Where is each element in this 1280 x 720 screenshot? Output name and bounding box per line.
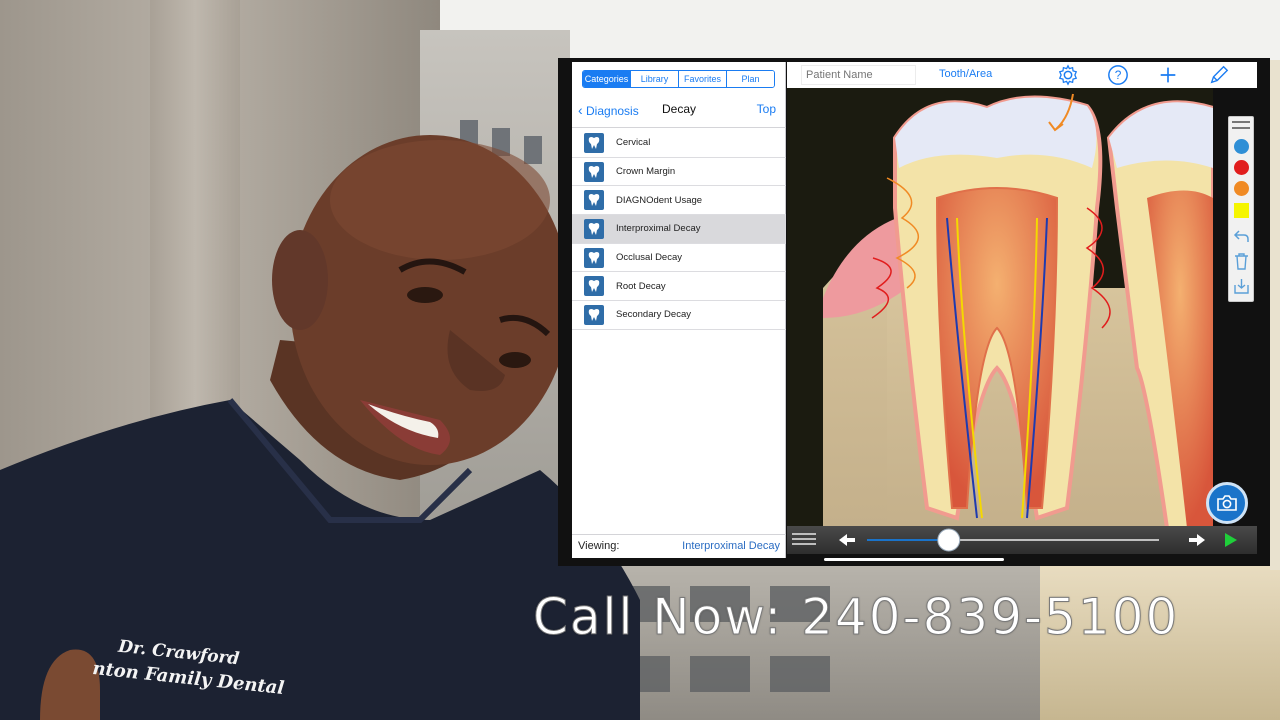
tooth-icon: [584, 218, 604, 239]
viewing-footer: Viewing: Interproximal Decay: [572, 534, 786, 558]
category-list: Cervical Crown Margin DIAGNOdent Usage I…: [572, 129, 786, 330]
home-indicator: [824, 558, 1004, 561]
top-button[interactable]: Top: [757, 102, 776, 116]
color-red-swatch[interactable]: [1234, 160, 1249, 175]
list-item-diagnodent-usage[interactable]: DIAGNOdent Usage: [572, 186, 786, 216]
building-window: [690, 656, 750, 692]
tooth-illustration-canvas[interactable]: [787, 88, 1213, 528]
gear-icon[interactable]: [1057, 64, 1079, 86]
tooth-icon: [584, 247, 604, 268]
camera-button[interactable]: [1206, 482, 1248, 524]
list-item-interproximal-decay[interactable]: Interproximal Decay: [572, 215, 786, 244]
color-yellow-swatch[interactable]: [1234, 203, 1249, 218]
list-item-label: Occlusal Decay: [616, 252, 682, 264]
trash-icon[interactable]: [1233, 252, 1250, 270]
tooth-icon: [584, 276, 604, 297]
list-item-label: Root Decay: [616, 280, 666, 292]
list-item-label: Crown Margin: [616, 166, 676, 178]
menu-icon[interactable]: [792, 533, 816, 545]
list-item-cervical[interactable]: Cervical: [572, 129, 786, 158]
call-now-caption: Call Now: 240-839-5100: [532, 588, 1180, 647]
tab-favorites[interactable]: Favorites: [679, 71, 727, 87]
tab-plan[interactable]: Plan: [727, 71, 774, 87]
list-item-secondary-decay[interactable]: Secondary Decay: [572, 301, 786, 330]
tooth-area-button[interactable]: Tooth/Area: [939, 68, 992, 80]
top-toolbar: Tooth/Area ?: [787, 62, 1257, 88]
list-item-label: Interproximal Decay: [616, 223, 701, 235]
tab-categories[interactable]: Categories: [583, 71, 631, 87]
sidebar: Categories Library Favorites Plan ‹ Diag…: [572, 62, 786, 558]
list-item-root-decay[interactable]: Root Decay: [572, 272, 786, 302]
svg-text:?: ?: [1115, 68, 1122, 82]
camera-icon: [1217, 495, 1237, 511]
beige-building-edge: [1270, 60, 1280, 570]
viewing-label: Viewing:: [578, 540, 620, 552]
drawing-palette: [1228, 116, 1254, 302]
undo-icon[interactable]: [1233, 229, 1250, 244]
playback-controls: [792, 528, 1237, 552]
segmented-control: Categories Library Favorites Plan: [582, 70, 775, 88]
plus-icon[interactable]: [1157, 64, 1179, 86]
tooth-icon: [584, 161, 604, 182]
list-item-label: Cervical: [616, 137, 651, 149]
color-orange-swatch[interactable]: [1234, 181, 1249, 196]
building-window: [770, 656, 830, 692]
palette-drag-handle[interactable]: [1232, 121, 1250, 129]
tooth-icon: [584, 190, 604, 211]
list-item-occlusal-decay[interactable]: Occlusal Decay: [572, 244, 786, 273]
tab-library[interactable]: Library: [631, 71, 679, 87]
step-back-arrow-icon[interactable]: [839, 534, 855, 546]
list-item-label: Secondary Decay: [616, 309, 691, 321]
tooth-icon: [584, 132, 604, 153]
tooth-icon: [584, 304, 604, 325]
pencil-icon[interactable]: [1208, 64, 1230, 86]
step-forward-arrow-icon[interactable]: [1189, 534, 1205, 546]
save-icon[interactable]: [1233, 277, 1250, 295]
navigation-bar: ‹ Diagnosis Decay Top: [572, 92, 786, 128]
play-icon[interactable]: [1225, 533, 1237, 547]
color-blue-swatch[interactable]: [1234, 139, 1249, 154]
list-item-crown-margin[interactable]: Crown Margin: [572, 158, 786, 187]
nav-title: Decay: [661, 102, 696, 116]
playback-bar: [787, 526, 1257, 554]
scrubber-thumb[interactable]: [937, 528, 961, 552]
viewing-value: Interproximal Decay: [682, 540, 780, 552]
list-item-label: DIAGNOdent Usage: [616, 194, 703, 206]
help-icon[interactable]: ?: [1107, 64, 1129, 86]
patient-name-input[interactable]: [801, 65, 916, 85]
ipad-app-window: Categories Library Favorites Plan ‹ Diag…: [558, 58, 1270, 566]
